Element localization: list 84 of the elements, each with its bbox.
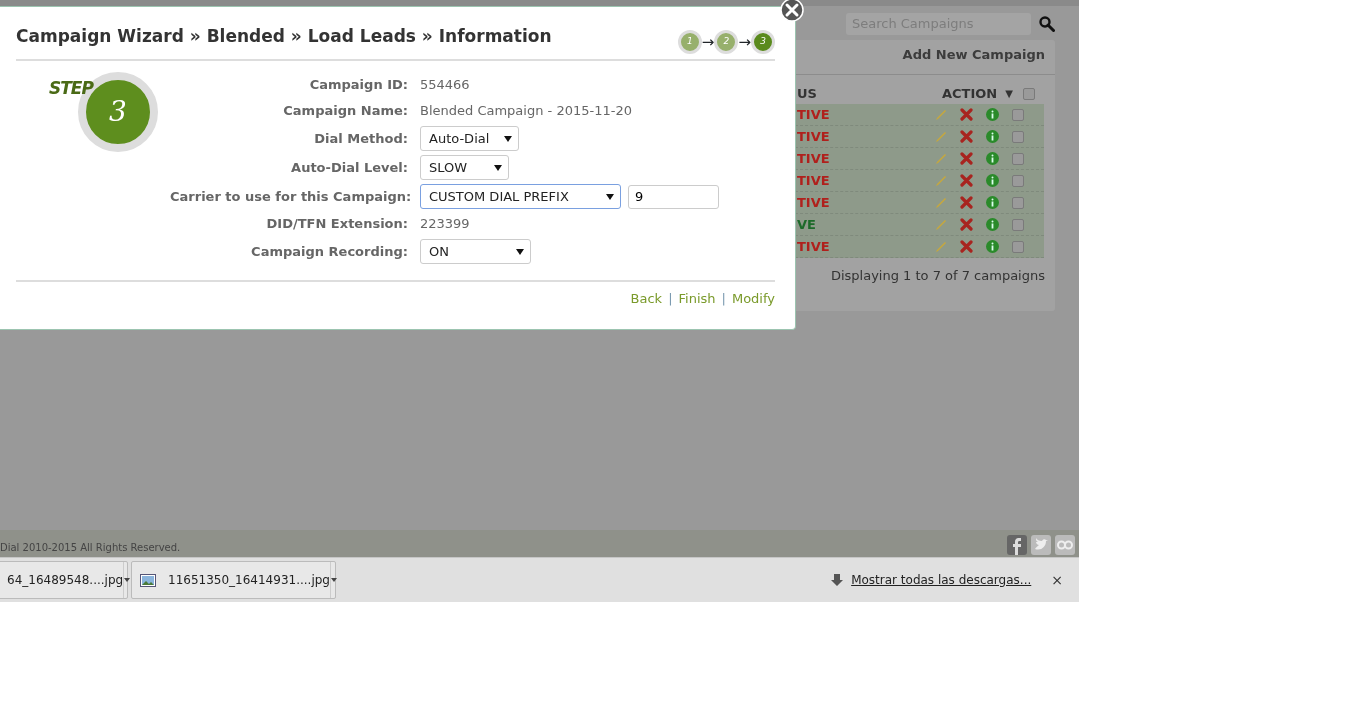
pencil-icon[interactable] (935, 152, 947, 165)
delete-icon[interactable] (960, 240, 973, 253)
row-checkbox[interactable] (1012, 196, 1024, 209)
add-campaign-link[interactable]: Add New Campaign (902, 47, 1045, 62)
step-label: STEP (49, 77, 93, 100)
info-icon[interactable] (986, 130, 999, 143)
status-text: TIVE (796, 171, 831, 190)
caret-icon (516, 248, 524, 255)
field-label: Campaign ID: (308, 76, 409, 95)
row-checkbox[interactable] (1012, 130, 1024, 143)
field-label: Campaign Recording: (250, 242, 409, 261)
field-label: Carrier to use for this Campaign: (170, 187, 413, 206)
facebook-icon[interactable] (1007, 535, 1027, 555)
step-indicator: 1 (677, 30, 702, 54)
field-value: 223399 (420, 215, 470, 234)
download-icon (831, 574, 844, 586)
close-icon[interactable] (780, 0, 804, 22)
select-field[interactable]: Auto-Dial (420, 126, 519, 151)
field-label: Campaign Name: (282, 102, 409, 121)
column-header: US (796, 84, 818, 103)
status-text: VE (796, 215, 817, 234)
info-icon[interactable] (986, 218, 999, 231)
delete-icon[interactable] (960, 108, 973, 121)
dialog-title: Campaign Wizard » Blended » Load Leads » Information (15, 25, 553, 48)
sort-caret[interactable]: ▼ (1005, 86, 1013, 101)
delete-icon[interactable] (960, 196, 973, 209)
field-label: Dial Method: (313, 129, 409, 148)
status-text: TIVE (796, 105, 831, 124)
field-value: 554466 (420, 76, 470, 95)
bird-icon[interactable] (1031, 535, 1051, 555)
step-indicator: 2 (714, 30, 739, 54)
delete-icon[interactable] (960, 130, 973, 143)
step-arrow: → (701, 31, 715, 53)
row-checkbox[interactable] (1012, 218, 1024, 231)
pencil-icon[interactable] (935, 240, 947, 253)
pencil-icon[interactable] (935, 108, 947, 121)
input-field[interactable]: 9 (628, 184, 719, 209)
step-indicator: 3 (751, 30, 775, 54)
row-checkbox[interactable] (1012, 108, 1024, 121)
caret-icon (606, 193, 614, 200)
download-item[interactable]: 64_16489548....jpg (0, 561, 128, 599)
select-field[interactable]: ON (420, 239, 531, 264)
status-text: TIVE (796, 193, 831, 212)
field-label: DID/TFN Extension: (265, 215, 409, 234)
pencil-icon[interactable] (935, 130, 947, 143)
status-text: TIVE (796, 127, 831, 146)
row-checkbox[interactable] (1012, 240, 1024, 253)
close-button[interactable]: × (1051, 569, 1063, 591)
info-icon[interactable] (986, 174, 999, 187)
column-header: ACTION (942, 84, 998, 103)
select-all-checkbox[interactable] (1022, 87, 1035, 100)
delete-icon[interactable] (960, 218, 973, 231)
caret-icon (504, 135, 512, 142)
status-text: TIVE (796, 237, 831, 256)
delete-icon[interactable] (960, 174, 973, 187)
download-item[interactable]: 11651350_16414931....jpg (131, 561, 336, 599)
caret-icon[interactable] (331, 578, 337, 582)
copyright-text: Dial 2010-2015 All Rights Reserved. (0, 541, 181, 555)
link-separator: | (668, 290, 673, 308)
pencil-icon[interactable] (935, 196, 947, 209)
search-icon[interactable] (1039, 15, 1055, 32)
link-separator: | (721, 290, 726, 308)
select-field[interactable]: CUSTOM DIAL PREFIX (420, 184, 621, 209)
delete-icon[interactable] (960, 152, 973, 165)
row-checkbox[interactable] (1012, 152, 1024, 165)
show-all-downloads-link[interactable]: Mostrar todas las descargas... (851, 571, 1032, 589)
field-value: Blended Campaign - 2015-11-20 (420, 102, 632, 121)
pencil-icon[interactable] (935, 218, 947, 231)
info-icon[interactable] (986, 108, 999, 121)
select-field[interactable]: SLOW (420, 155, 509, 180)
pagination-summary: Displaying 1 to 7 of 7 campaigns (829, 267, 1046, 285)
info-icon[interactable] (986, 196, 999, 209)
caret-icon[interactable] (124, 578, 131, 582)
file-name: 64_16489548....jpg (7, 572, 124, 589)
status-text: TIVE (796, 149, 831, 168)
info-icon[interactable] (986, 152, 999, 165)
caret-icon (494, 164, 502, 171)
file-name: 11651350_16414931....jpg (168, 572, 330, 589)
step-arrow: → (738, 31, 751, 53)
row-checkbox[interactable] (1012, 174, 1024, 187)
pencil-icon[interactable] (935, 174, 947, 187)
logo-icon[interactable] (1055, 535, 1075, 555)
info-icon[interactable] (986, 240, 999, 253)
field-label: Auto-Dial Level: (290, 158, 409, 177)
